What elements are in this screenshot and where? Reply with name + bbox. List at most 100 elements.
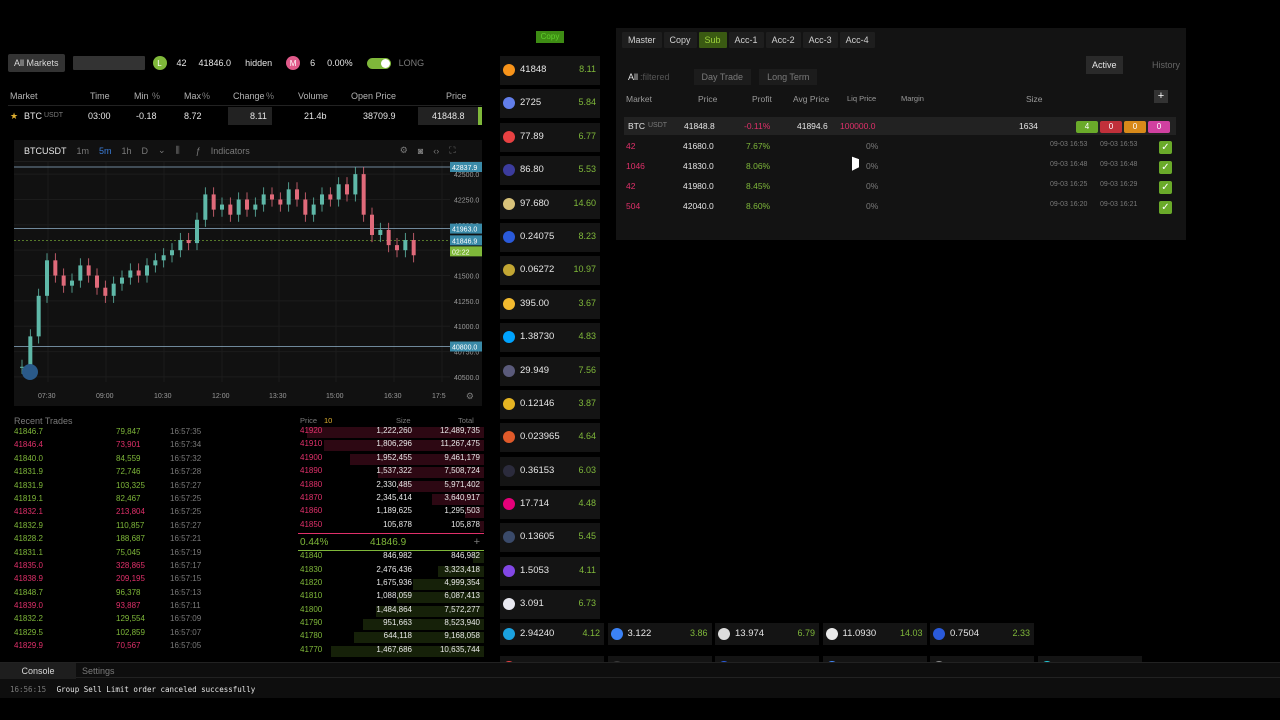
star-icon[interactable]: ★ bbox=[10, 111, 18, 122]
ticker-price: 1.38730 bbox=[520, 331, 555, 343]
ticker-item[interactable]: 0.24075 8.23 bbox=[500, 222, 600, 252]
ticker-item[interactable]: 0.7504 2.33 bbox=[930, 623, 1034, 645]
tab-copy[interactable]: Copy bbox=[663, 32, 697, 48]
order-qty: 504 bbox=[626, 201, 641, 211]
ask-row[interactable]: 41860 1,189,625 1,295,503 bbox=[298, 506, 484, 519]
ticker-item[interactable]: 86.80 5.53 bbox=[500, 156, 600, 186]
order-row[interactable]: 1046 41830.0 8.06% 0% 09-03 16:48 09-03 16:48… bbox=[624, 157, 1176, 175]
bid-row[interactable]: 41840 846,982 846,982 bbox=[298, 551, 484, 564]
interval-1h[interactable]: 1h bbox=[122, 146, 132, 156]
ask-row[interactable]: 41870 2,345,414 3,640,917 bbox=[298, 493, 484, 506]
bid-row[interactable]: 41820 1,675,936 4,999,354 bbox=[298, 578, 484, 591]
tab-master[interactable]: Master bbox=[622, 32, 662, 48]
bid-row[interactable]: 41800 1,484,864 7,572,277 bbox=[298, 605, 484, 618]
position-row-btc[interactable]: BTC USDT 41848.8 -0.11% 41894.6 100000.0… bbox=[624, 117, 1176, 135]
ticker-item[interactable]: 3.122 3.86 bbox=[607, 623, 712, 645]
ticker-item[interactable]: 97.680 14.60 bbox=[500, 189, 600, 219]
ask-row[interactable]: 41900 1,952,455 9,461,179 bbox=[298, 453, 484, 466]
ticker-item[interactable]: 11.0930 14.03 bbox=[822, 623, 927, 645]
candle-body bbox=[195, 219, 199, 244]
ticker-item[interactable]: 0.06272 10.97 bbox=[500, 256, 600, 286]
ticker-item[interactable]: 2.94240 4.12 bbox=[500, 623, 604, 645]
camera-icon[interactable]: ◙ bbox=[418, 146, 423, 156]
ask-row[interactable]: 41880 2,330,485 5,971,402 bbox=[298, 480, 484, 493]
bid-row[interactable]: 41780 644,118 9,168,058 bbox=[298, 631, 484, 644]
copy-button[interactable]: Copy bbox=[536, 31, 564, 43]
order-row[interactable]: 42 41980.0 8.45% 0% 09-03 16:25 09-03 16:29 ✓ bbox=[624, 177, 1176, 195]
add-position-button[interactable]: + bbox=[1154, 90, 1168, 103]
interval-5m[interactable]: 5m bbox=[99, 146, 112, 156]
chevron-down-icon[interactable]: ⌄ bbox=[158, 145, 166, 156]
ticker-item[interactable]: 3.091 6.73 bbox=[500, 590, 600, 620]
add-icon[interactable]: + bbox=[474, 536, 480, 548]
ticker-item[interactable]: 0.36153 6.03 bbox=[500, 456, 600, 486]
ticker-item[interactable]: 395.00 3.67 bbox=[500, 289, 600, 319]
all-markets-button[interactable]: All Markets bbox=[8, 54, 65, 72]
ticker-item[interactable]: 1.38730 4.83 bbox=[500, 323, 600, 353]
trade-price: 41829.5 bbox=[14, 627, 43, 637]
ask-row[interactable]: 41850 105,878 105,878 bbox=[298, 520, 484, 533]
ticker-item[interactable]: 17.714 4.48 bbox=[500, 490, 600, 520]
ticker-item[interactable]: 0.13605 5.45 bbox=[500, 523, 600, 553]
filter-all[interactable]: All bbox=[628, 72, 638, 82]
candles-icon[interactable]: ⫼ bbox=[176, 145, 180, 156]
ask-row[interactable]: 41910 1,806,296 11,267,475 bbox=[298, 439, 484, 452]
tab-acc-4[interactable]: Acc-4 bbox=[839, 32, 875, 48]
order-time-1: 09-03 16:25 bbox=[1050, 181, 1088, 188]
price-chart[interactable]: BTCUSDT 1m 5m 1h D ⌄ ⫼ ƒ Indicators ⚙ ◙ … bbox=[14, 140, 482, 406]
pill-orange[interactable]: 0 bbox=[1124, 121, 1146, 133]
ticker-change: 5.45 bbox=[578, 531, 596, 542]
pill-red[interactable]: 0 bbox=[1100, 121, 1122, 133]
market-min: -0.18 bbox=[136, 111, 157, 121]
long-toggle[interactable] bbox=[366, 57, 391, 69]
bid-row[interactable]: 41810 1,088,059 6,087,413 bbox=[298, 591, 484, 604]
fullscreen-icon[interactable]: ⛶ bbox=[449, 145, 455, 156]
bid-row[interactable]: 41830 2,476,436 3,323,418 bbox=[298, 565, 484, 578]
gear-icon[interactable]: ⚙ bbox=[400, 145, 408, 156]
tab-acc-1[interactable]: Acc-1 bbox=[728, 32, 764, 48]
tab-acc-3[interactable]: Acc-3 bbox=[802, 32, 838, 48]
tab-sub[interactable]: Sub bbox=[698, 32, 727, 48]
active-tab[interactable]: Active bbox=[1086, 56, 1123, 74]
tab-console[interactable]: Console bbox=[0, 663, 76, 679]
pill-pink[interactable]: 0 bbox=[1148, 121, 1170, 133]
ticker-item[interactable]: 1.5053 4.11 bbox=[500, 556, 600, 586]
ticker-item[interactable]: 13.974 6.79 bbox=[715, 623, 819, 645]
check-icon[interactable]: ✓ bbox=[1159, 141, 1172, 154]
ticker-item[interactable]: 77.89 6.77 bbox=[500, 122, 600, 152]
book-price: 41870 bbox=[300, 492, 323, 502]
pill-green[interactable]: 4 bbox=[1076, 121, 1098, 133]
order-row[interactable]: 504 42040.0 8.60% 0% 09-03 16:20 09-03 16:21 ✓ bbox=[624, 197, 1176, 215]
code-icon[interactable]: ‹› bbox=[433, 146, 439, 156]
interval-1m[interactable]: 1m bbox=[77, 146, 90, 156]
tab-acc-2[interactable]: Acc-2 bbox=[765, 32, 801, 48]
check-icon[interactable]: ✓ bbox=[1159, 181, 1172, 194]
ticker-item[interactable]: 0.12146 3.87 bbox=[500, 389, 600, 419]
check-icon[interactable]: ✓ bbox=[1159, 161, 1172, 174]
ticker-item[interactable]: 41848 8.11 bbox=[500, 56, 600, 85]
filter-long-term[interactable]: Long Term bbox=[759, 69, 818, 85]
tab-settings[interactable]: Settings bbox=[82, 666, 115, 676]
filter-day-trade[interactable]: Day Trade bbox=[693, 69, 752, 85]
bid-row[interactable]: 41790 951,663 8,523,940 bbox=[298, 618, 484, 631]
ticker-item[interactable]: 29.949 7.56 bbox=[500, 356, 600, 386]
history-tab[interactable]: History bbox=[1152, 60, 1180, 70]
order-row[interactable]: 42 41680.0 7.67% 0% 09-03 16:53 09-03 16:53 ✓ bbox=[624, 137, 1176, 155]
indicators-icon[interactable]: ƒ bbox=[196, 146, 201, 156]
book-grouping[interactable]: 10 bbox=[324, 416, 332, 425]
bid-row[interactable]: 41770 1,467,686 10,635,744 bbox=[298, 645, 484, 658]
chart-symbol[interactable]: BTCUSDT bbox=[24, 146, 67, 156]
ticker-price: 0.12146 bbox=[520, 397, 555, 409]
interval-d[interactable]: D bbox=[142, 146, 149, 156]
ask-row[interactable]: 41920 1,222,260 12,489,735 bbox=[298, 426, 484, 439]
indicators-button[interactable]: Indicators bbox=[211, 146, 250, 156]
check-icon[interactable]: ✓ bbox=[1159, 201, 1172, 214]
trade-price: 41840.0 bbox=[14, 453, 43, 463]
search-input[interactable] bbox=[72, 56, 145, 70]
chart-settings-icon[interactable]: ⚙ bbox=[466, 391, 474, 402]
ticker-item[interactable]: 2725 5.84 bbox=[500, 89, 600, 119]
market-row-btc[interactable]: ★ BTC USDT 03:00 -0.18 8.72 8.11 21.4b 3… bbox=[8, 106, 482, 126]
ticker-item[interactable]: 0.023965 4.64 bbox=[500, 423, 600, 453]
candles-area[interactable]: 42500.042250.042000.041750.041500.041250… bbox=[14, 162, 482, 406]
ask-row[interactable]: 41890 1,537,322 7,508,724 bbox=[298, 466, 484, 479]
